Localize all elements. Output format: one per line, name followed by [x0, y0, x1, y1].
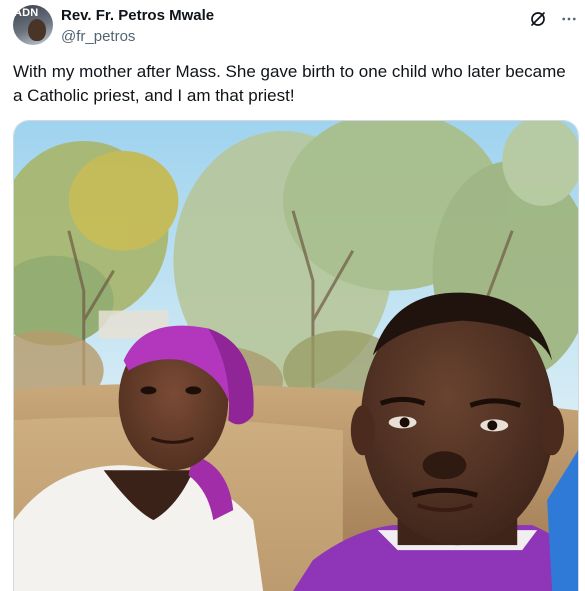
- display-name[interactable]: Rev. Fr. Petros Mwale: [61, 7, 214, 24]
- avatar-face: [28, 19, 46, 41]
- post-text: With my mother after Mass. She gave birt…: [13, 62, 566, 105]
- avatar[interactable]: ADN: [13, 5, 53, 45]
- post-photo[interactable]: [13, 120, 579, 591]
- more-button[interactable]: [559, 9, 579, 29]
- photo-image: [14, 121, 578, 591]
- avatar-badge: ADN: [14, 7, 39, 19]
- grok-button[interactable]: [528, 9, 548, 29]
- post-card: ADN Rev. Fr. Petros Mwale @fr_petros Wit…: [0, 0, 585, 591]
- handle[interactable]: @fr_petros: [61, 28, 135, 45]
- more-icon: [562, 17, 576, 21]
- grok-icon: [531, 12, 545, 26]
